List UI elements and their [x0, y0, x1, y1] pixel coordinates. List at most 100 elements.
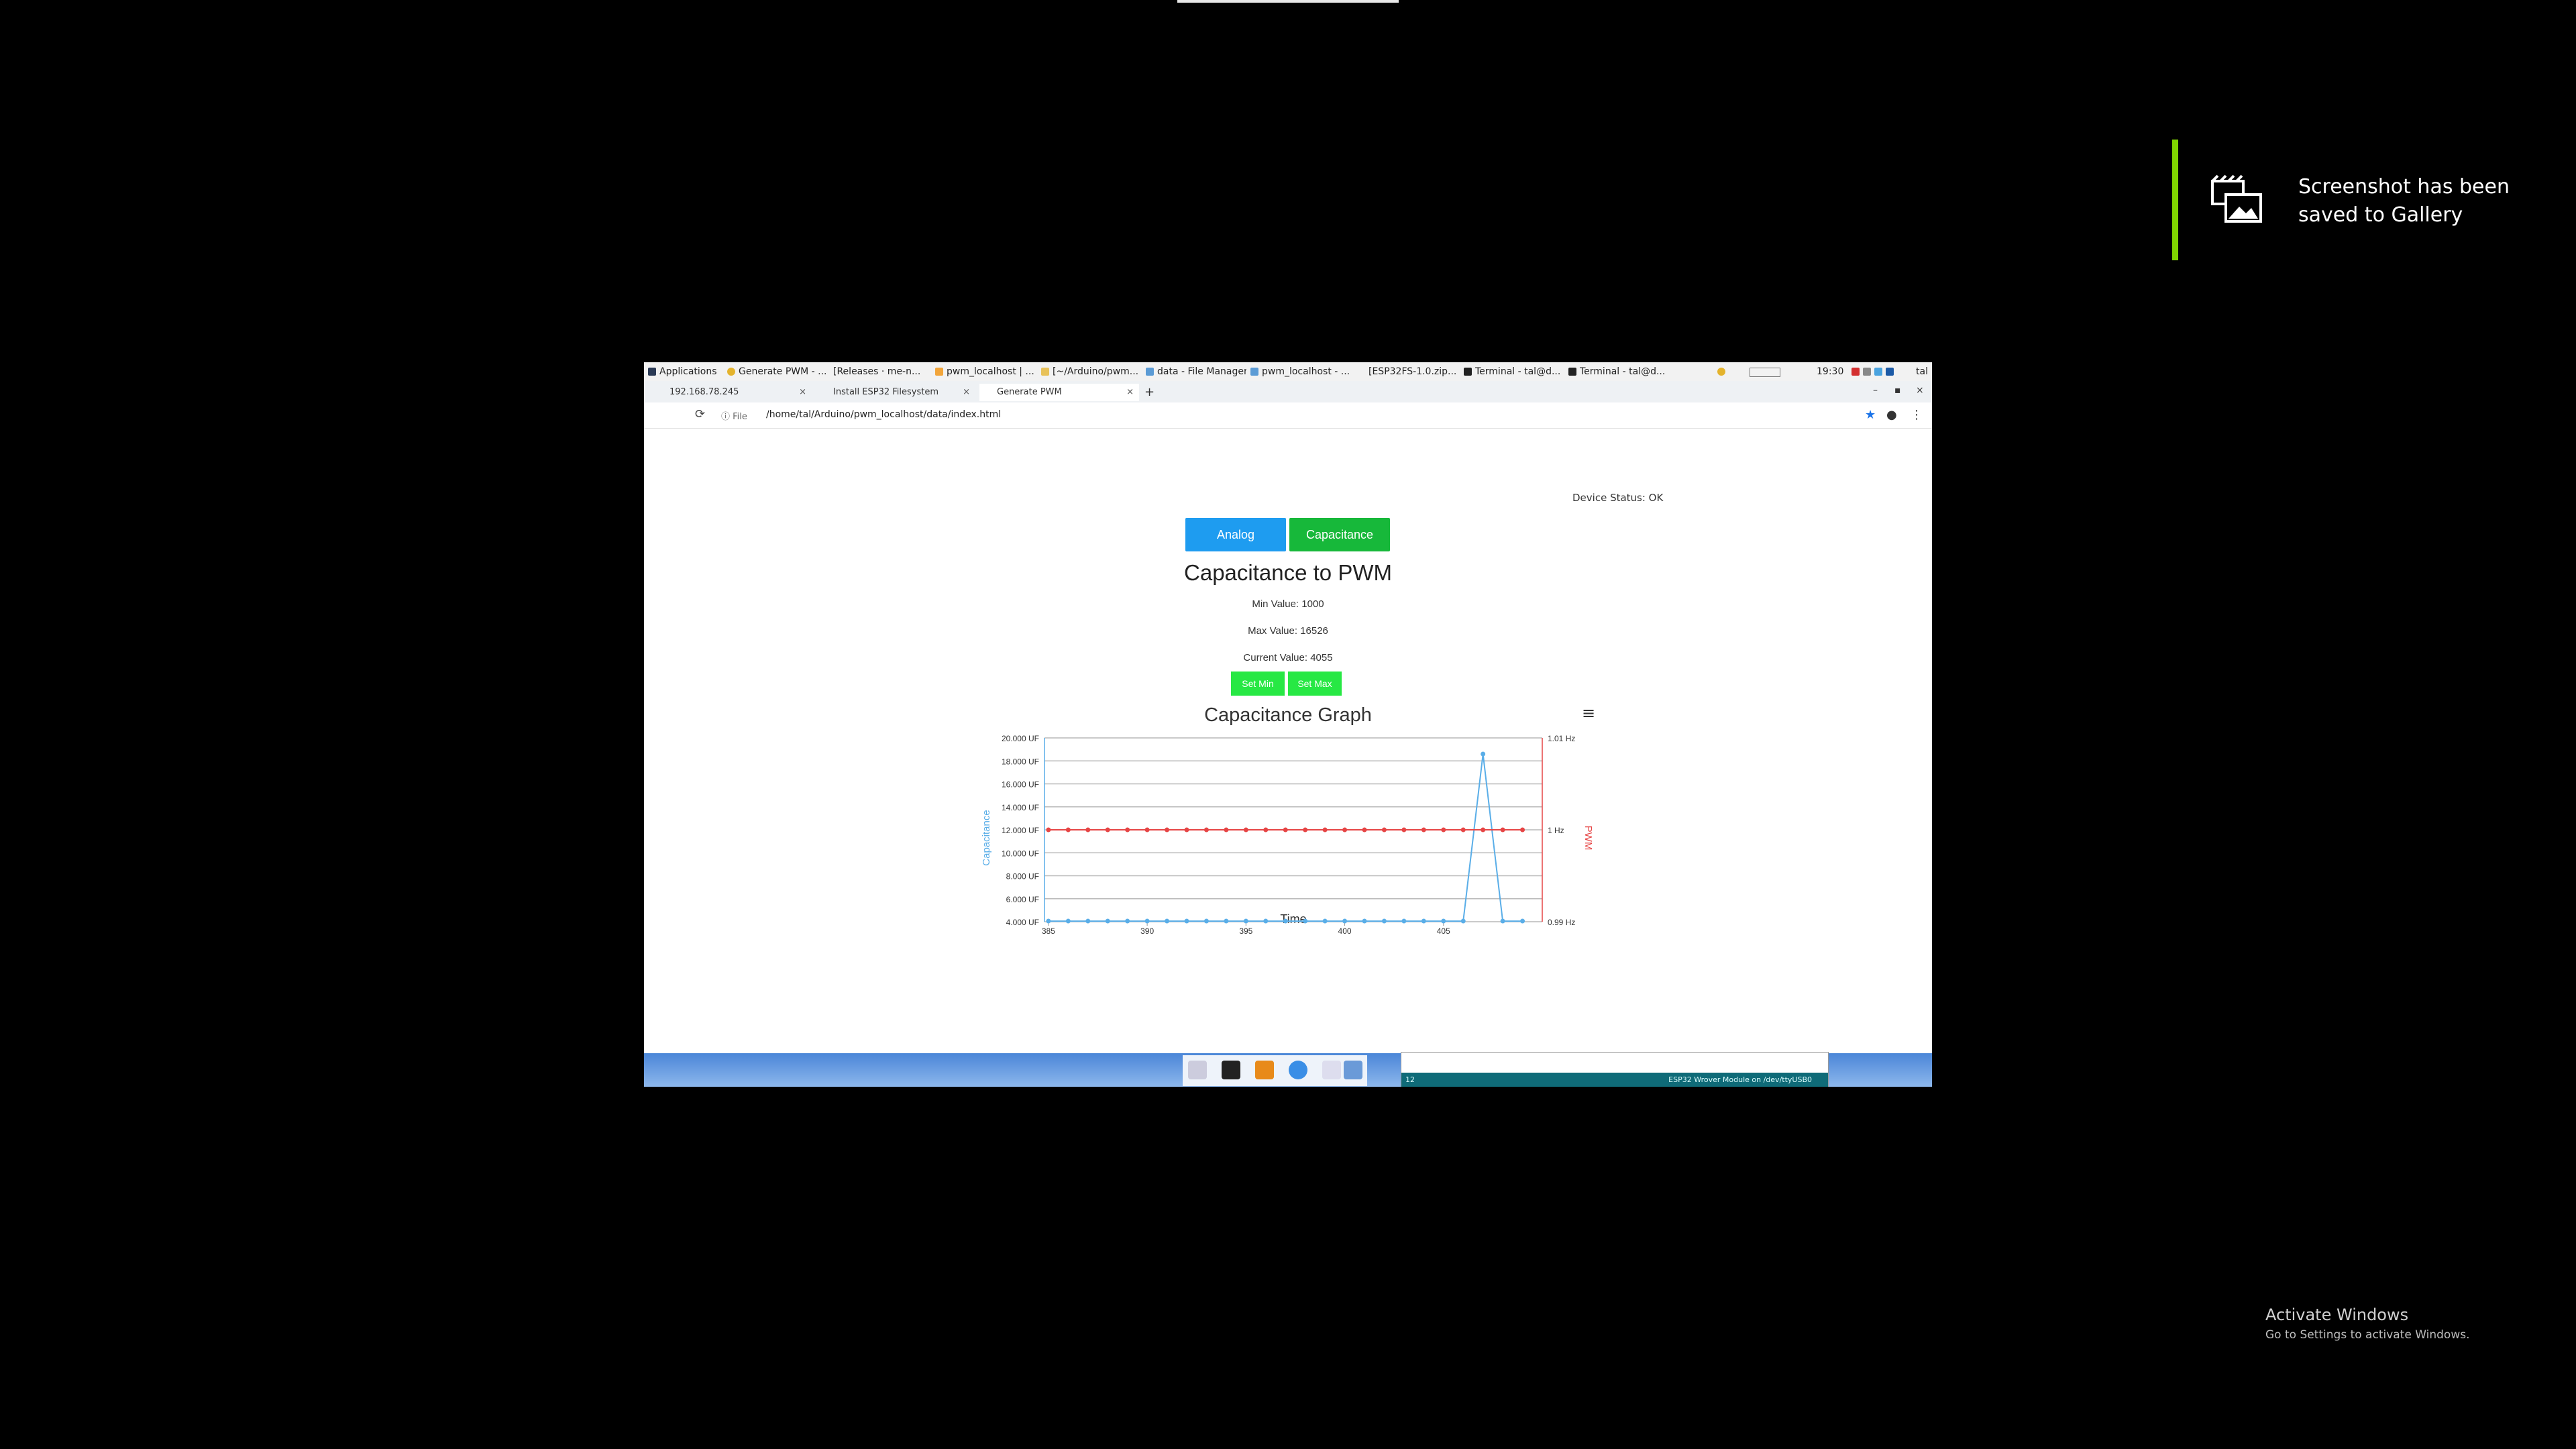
panel-window-generate-pwm[interactable]: Generate PWM - ...	[727, 366, 828, 377]
capacitance-point	[1322, 918, 1328, 924]
capacitance-point	[1362, 918, 1367, 924]
folder-icon	[1250, 368, 1258, 376]
pwm-point	[1165, 827, 1170, 833]
search-icon[interactable]	[1322, 1061, 1341, 1079]
y-left-tick-label: 14.000 UF	[1002, 803, 1039, 812]
panel-window-arduino[interactable]: [~/Arduino/pwm...	[1041, 366, 1142, 377]
screenshot-toast[interactable]: Screenshot has been saved to Gallery	[2172, 140, 2576, 260]
panel-label: Generate PWM - ...	[739, 366, 827, 377]
pwm-point	[1243, 827, 1248, 833]
terminal-icon[interactable]	[1222, 1061, 1240, 1079]
pwm-point	[1322, 827, 1328, 833]
panel-window-esp32fs[interactable]: [ESP32FS-1.0.zip...	[1368, 366, 1464, 377]
chart-title: Capacitance Graph	[1204, 704, 1372, 726]
panel-window-pwm-localhost-2[interactable]: pwm_localhost - ...	[1250, 366, 1351, 377]
capacitance-point	[1263, 918, 1269, 924]
chrome-icon	[727, 368, 735, 376]
browser-icon[interactable]	[1289, 1061, 1307, 1079]
close-icon[interactable]: ×	[963, 384, 970, 401]
menu-dots-icon[interactable]: ⋮	[1911, 408, 1923, 422]
close-icon[interactable]: ×	[799, 384, 806, 401]
terminal-board-status: ESP32 Wrover Module on /dev/ttyUSB0	[1668, 1075, 1812, 1084]
x-tick-label: 395	[1239, 926, 1252, 936]
capacitance-point	[1184, 918, 1189, 924]
capacitance-point	[1460, 918, 1466, 924]
toast-accent-bar	[2172, 140, 2178, 260]
y-axis-label-right: PWM	[1582, 826, 1594, 851]
capacitance-point	[1046, 918, 1051, 924]
browser-tabstrip: 192.168.78.245 × Install ESP32 Filesystem…	[644, 381, 1932, 402]
panel-user[interactable]: tal	[1916, 366, 1928, 377]
bookmark-star-icon[interactable]: ★	[1865, 408, 1876, 422]
tab-install-esp32[interactable]: Install ESP32 Filesystem ×	[816, 384, 975, 401]
panel-label: [Releases · me-n...	[833, 366, 921, 377]
y-right-tick-label: 1 Hz	[1548, 826, 1564, 835]
panel-window-terminal-2[interactable]: Terminal - tal@d...	[1568, 366, 1669, 377]
panel-window-terminal-1[interactable]: Terminal - tal@d...	[1464, 366, 1564, 377]
chrome-tray-icon[interactable]	[1717, 366, 1732, 377]
workspace-switcher[interactable]	[1750, 368, 1780, 377]
terminal-window[interactable]: 12 ESP32 Wrover Module on /dev/ttyUSB0	[1401, 1052, 1829, 1087]
pwm-point	[1421, 827, 1426, 833]
close-window-icon[interactable]: ×	[1916, 385, 1924, 396]
profile-icon[interactable]: ●	[1886, 408, 1897, 422]
reload-icon[interactable]: ⟳	[695, 407, 705, 421]
capacitance-point	[1441, 918, 1446, 924]
capacitance-point	[1401, 918, 1407, 924]
panel-label: [ESP32FS-1.0.zip...	[1368, 366, 1457, 377]
power-icon	[1851, 368, 1860, 376]
file-label: File	[733, 412, 747, 422]
pwm-point	[1401, 827, 1407, 833]
capacitance-point	[1144, 918, 1150, 924]
capacitance-point	[1085, 918, 1091, 924]
capacitance-series-line	[1048, 753, 1523, 922]
file-indicator[interactable]: ⓘ File	[721, 409, 747, 422]
capacitance-point	[1520, 918, 1525, 924]
tray-icons[interactable]	[1851, 366, 1898, 377]
applications-icon	[648, 368, 656, 376]
panel-window-releases[interactable]: [Releases · me-n...	[833, 366, 928, 377]
pwm-point	[1362, 827, 1367, 833]
firefox-icon	[935, 368, 943, 376]
pwm-point	[1224, 827, 1229, 833]
panel-window-file-manager[interactable]: data - File Manager	[1146, 366, 1246, 377]
folder-icon	[1041, 368, 1049, 376]
pwm-point	[1441, 827, 1446, 833]
panel-window-pwm-localhost[interactable]: pwm_localhost | ...	[935, 366, 1036, 377]
capacitance-point	[1500, 918, 1505, 924]
y-left-tick-label: 20.000 UF	[1002, 734, 1039, 743]
x-tick-label: 400	[1338, 926, 1352, 936]
pwm-point	[1125, 827, 1130, 833]
y-right-tick-label: 0.99 Hz	[1548, 918, 1575, 927]
minimize-icon[interactable]: –	[1873, 385, 1878, 396]
pwm-point	[1381, 827, 1387, 833]
capacitance-point	[1203, 918, 1209, 924]
pwm-point	[1263, 827, 1269, 833]
x-tick-label: 405	[1437, 926, 1450, 936]
pwm-point	[1303, 827, 1308, 833]
tab-192[interactable]: 192.168.78.245 ×	[652, 384, 812, 401]
capacitance-point	[1381, 918, 1387, 924]
y-left-tick-label: 4.000 UF	[1006, 918, 1039, 927]
new-tab-button[interactable]: +	[1144, 384, 1158, 401]
drive-icon[interactable]	[1188, 1061, 1207, 1079]
close-icon[interactable]: ×	[1126, 384, 1134, 401]
panel-label: Terminal - tal@d...	[1475, 366, 1561, 377]
tab-generate-pwm[interactable]: Generate PWM ×	[979, 384, 1139, 401]
capacitance-point	[1243, 918, 1248, 924]
capacitance-point	[1342, 918, 1348, 924]
panel-label: [~/Arduino/pwm...	[1053, 366, 1139, 377]
maximize-icon[interactable]: ▪	[1894, 385, 1901, 396]
pwm-point	[1481, 827, 1486, 833]
capacitance-point	[1125, 918, 1130, 924]
y-left-tick-label: 10.000 UF	[1002, 849, 1039, 858]
capacitance-point	[1065, 918, 1071, 924]
chart-menu-icon[interactable]: ≡	[1582, 704, 1595, 722]
folder-icon[interactable]	[1344, 1061, 1362, 1079]
panel-applications[interactable]: Applications	[648, 366, 718, 377]
pwm-point	[1184, 827, 1189, 833]
top-panel: Applications Generate PWM - ... [Release…	[644, 362, 1932, 382]
notes-icon[interactable]	[1255, 1061, 1274, 1079]
bluetooth-icon	[1886, 368, 1894, 376]
url-input[interactable]: /home/tal/Arduino/pwm_localhost/data/ind…	[766, 409, 1001, 420]
